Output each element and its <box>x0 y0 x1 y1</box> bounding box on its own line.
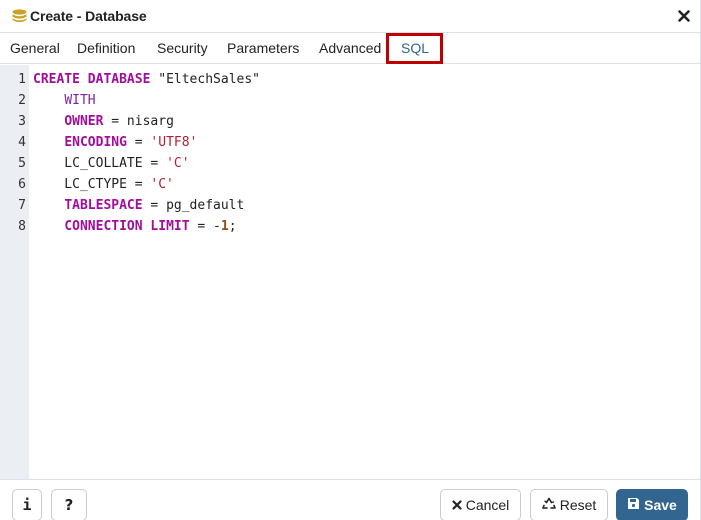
sql-text: = nisarg <box>103 114 174 129</box>
cancel-button[interactable]: Cancel <box>440 489 521 520</box>
sql-keyword: ENCODING <box>64 135 127 150</box>
code-area[interactable]: CREATE DATABASE "EltechSales" WITH OWNER… <box>29 65 700 479</box>
tab-sql[interactable]: SQL <box>401 33 429 63</box>
code-line: CREATE DATABASE "EltechSales" <box>33 69 260 90</box>
recycle-icon <box>541 497 556 513</box>
line-number: 1 <box>18 72 26 87</box>
code-line: OWNER = nisarg <box>33 111 174 132</box>
sql-text: = - <box>189 219 221 234</box>
sql-keyword: LIMIT <box>150 219 190 234</box>
code-line: LC_CTYPE = 'C' <box>33 174 174 195</box>
close-icon[interactable] <box>677 9 691 23</box>
sql-text: = pg_default <box>142 198 245 213</box>
dialog-title: Create - Database <box>30 8 147 24</box>
line-number: 7 <box>18 198 26 213</box>
floppy-disk-icon <box>627 497 640 513</box>
database-icon <box>12 9 27 23</box>
line-number: 2 <box>18 93 26 108</box>
sql-text: "EltechSales" <box>150 72 260 87</box>
sql-text: LC_COLLATE = <box>33 156 167 171</box>
cancel-label: Cancel <box>465 497 510 513</box>
tab-advanced[interactable]: Advanced <box>319 33 381 63</box>
sql-editor[interactable]: 1 2 3 4 5 6 7 8 CREATE DATABASE "EltechSales" W… <box>0 65 700 480</box>
sql-keyword: CONNECTION <box>64 219 143 234</box>
sql-text: ; <box>228 219 237 234</box>
save-label: Save <box>644 497 677 513</box>
line-number: 6 <box>18 177 26 192</box>
code-line: LC_COLLATE = 'C' <box>33 153 190 174</box>
info-icon: i <box>22 496 32 514</box>
dialog-footer: i ? Cancel Reset Save <box>0 481 700 520</box>
line-number: 3 <box>18 114 26 129</box>
create-database-dialog: Create - Database General Definition Sec… <box>0 0 701 520</box>
sql-keyword: DATABASE <box>87 72 151 87</box>
code-line: ENCODING = 'UTF8' <box>33 132 197 153</box>
tab-parameters[interactable]: Parameters <box>227 33 299 63</box>
code-line: WITH <box>33 90 96 111</box>
reset-button[interactable]: Reset <box>530 489 608 520</box>
info-button[interactable]: i <box>12 489 42 520</box>
line-number: 8 <box>18 219 26 234</box>
help-button[interactable]: ? <box>51 489 87 520</box>
help-icon: ? <box>64 496 74 514</box>
code-line: CONNECTION LIMIT = -1; <box>33 216 237 237</box>
line-number-gutter: 1 2 3 4 5 6 7 8 <box>0 65 29 479</box>
save-button[interactable]: Save <box>616 489 688 520</box>
line-number: 5 <box>18 156 26 171</box>
tab-general[interactable]: General <box>10 33 60 63</box>
tab-definition[interactable]: Definition <box>77 33 135 63</box>
sql-string: 'C' <box>166 156 190 171</box>
sql-text: LC_CTYPE = <box>33 177 151 192</box>
sql-keyword: OWNER <box>64 114 104 129</box>
sql-string: 'UTF8' <box>150 135 198 150</box>
x-icon <box>452 497 462 513</box>
sql-keyword: TABLESPACE <box>64 198 143 213</box>
sql-keyword: CREATE <box>33 72 80 87</box>
sql-keyword: WITH <box>64 93 96 108</box>
code-line: TABLESPACE = pg_default <box>33 195 244 216</box>
sql-string: 'C' <box>150 177 174 192</box>
tab-security[interactable]: Security <box>157 33 208 63</box>
reset-label: Reset <box>559 497 597 513</box>
dialog-titlebar[interactable]: Create - Database <box>0 0 700 33</box>
line-number: 4 <box>18 135 26 150</box>
sql-text: = <box>126 135 151 150</box>
tab-bar: General Definition Security Parameters A… <box>0 33 700 64</box>
sql-number: 1 <box>220 219 229 234</box>
